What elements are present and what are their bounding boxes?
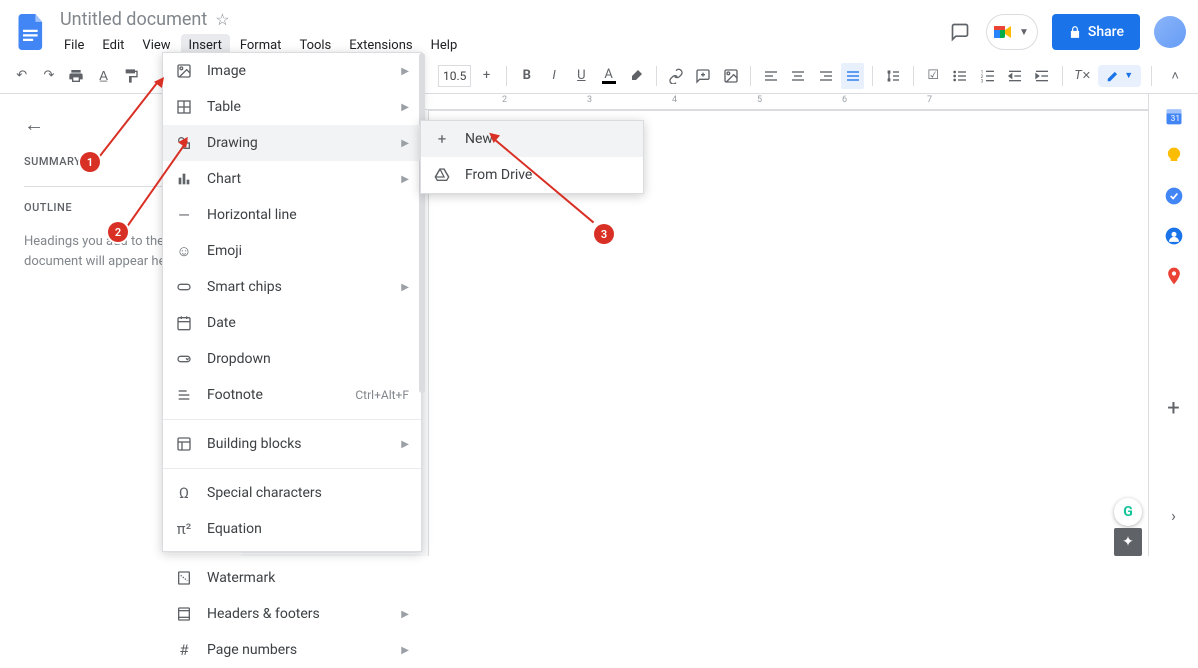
docs-logo[interactable]: [12, 12, 52, 52]
line-spacing-button[interactable]: [881, 63, 904, 89]
submenu-arrow-icon: ▶: [401, 66, 409, 77]
page-numbers-icon: #: [175, 641, 193, 659]
menu-item-special-characters[interactable]: Ω Special characters: [163, 475, 421, 511]
menu-item-emoji[interactable]: ☺ Emoji: [163, 233, 421, 269]
outline-back-button[interactable]: ←: [24, 112, 44, 137]
hide-menus-button[interactable]: ˄: [1162, 63, 1188, 89]
equation-icon: π²: [175, 520, 193, 538]
insert-image-button[interactable]: [719, 63, 742, 89]
horizontal-line-icon: —: [175, 206, 193, 224]
clear-formatting-button[interactable]: T✕: [1071, 63, 1094, 89]
keep-icon[interactable]: [1164, 146, 1184, 166]
chevron-down-icon: ▼: [1124, 70, 1133, 81]
menu-item-building-blocks[interactable]: Building blocks▶: [163, 426, 421, 462]
menu-item-chart[interactable]: Chart▶: [163, 161, 421, 197]
document-title[interactable]: Untitled document: [60, 9, 207, 30]
paint-format-button[interactable]: [119, 63, 142, 89]
increase-indent-button[interactable]: [1031, 63, 1054, 89]
add-addon-icon[interactable]: +: [1164, 396, 1184, 416]
menu-item-horizontal-line[interactable]: — Horizontal line: [163, 197, 421, 233]
image-icon: [175, 62, 193, 80]
insert-menu-dropdown: Image▶ Table▶ Drawing▶ Chart▶ — Horizont…: [162, 52, 422, 552]
print-button[interactable]: [65, 63, 88, 89]
explore-icon[interactable]: ✦: [1114, 528, 1142, 556]
menu-item-image[interactable]: Image▶: [163, 53, 421, 89]
underline-button[interactable]: U: [570, 63, 593, 89]
editing-mode-button[interactable]: ▼: [1098, 65, 1141, 87]
align-right-button[interactable]: [814, 63, 837, 89]
menu-item-table[interactable]: Table▶: [163, 89, 421, 125]
chart-icon: [175, 170, 193, 188]
emoji-icon: ☺: [175, 242, 193, 260]
menu-item-watermark[interactable]: Watermark: [163, 560, 421, 596]
share-label: Share: [1088, 24, 1124, 40]
contacts-icon[interactable]: [1164, 226, 1184, 246]
share-button[interactable]: Share: [1052, 14, 1140, 50]
bold-button[interactable]: B: [515, 63, 538, 89]
building-blocks-icon: [175, 435, 193, 453]
menu-item-headers-footers[interactable]: Headers & footers▶: [163, 596, 421, 632]
smart-chips-icon: [175, 278, 193, 296]
lock-icon: [1068, 25, 1082, 39]
dropdown-icon: [175, 350, 193, 368]
align-center-button[interactable]: [787, 63, 810, 89]
submenu-item-from-drive[interactable]: From Drive: [421, 157, 643, 193]
headers-footers-icon: [175, 605, 193, 623]
plus-icon: +: [433, 130, 451, 148]
spellcheck-button[interactable]: A̲: [92, 63, 115, 89]
drawing-submenu: + New From Drive: [420, 120, 644, 194]
add-comment-button[interactable]: [692, 63, 715, 89]
submenu-item-new[interactable]: + New: [421, 121, 643, 157]
align-left-button[interactable]: [759, 63, 782, 89]
side-panel: 31 + ›: [1148, 94, 1198, 556]
menu-file[interactable]: File: [56, 34, 92, 57]
footnote-shortcut: Ctrl+Alt+F: [355, 388, 409, 402]
watermark-icon: [175, 569, 193, 587]
header-bar: Untitled document ☆ File Edit View Inser…: [0, 0, 1198, 58]
tasks-icon[interactable]: [1164, 186, 1184, 206]
menu-help[interactable]: Help: [423, 34, 466, 57]
insert-link-button[interactable]: [665, 63, 688, 89]
calendar-icon[interactable]: 31: [1164, 106, 1184, 126]
menu-item-footnote[interactable]: Footnote Ctrl+Alt+F: [163, 377, 421, 413]
account-avatar[interactable]: [1154, 16, 1186, 48]
date-icon: [175, 314, 193, 332]
menu-item-drawing[interactable]: Drawing▶: [163, 125, 421, 161]
annotation-badge-3: 3: [594, 224, 614, 244]
font-size-increase[interactable]: +: [475, 63, 498, 89]
svg-text:31: 31: [1170, 114, 1179, 124]
highlight-button[interactable]: [624, 63, 647, 89]
grammarly-icon[interactable]: G: [1114, 498, 1142, 526]
meet-button[interactable]: ▼: [986, 14, 1038, 50]
menu-edit[interactable]: Edit: [94, 34, 132, 57]
undo-button[interactable]: ↶: [10, 63, 33, 89]
text-color-button[interactable]: A: [597, 63, 620, 89]
menu-item-page-numbers[interactable]: # Page numbers▶: [163, 632, 421, 668]
pencil-icon: [1106, 69, 1120, 83]
bulleted-list-button[interactable]: [949, 63, 972, 89]
star-icon[interactable]: ☆: [215, 10, 229, 29]
menu-item-date[interactable]: Date: [163, 305, 421, 341]
hide-side-panel-icon[interactable]: ›: [1164, 506, 1184, 526]
svg-text:3: 3: [980, 78, 983, 83]
redo-button[interactable]: ↷: [37, 63, 60, 89]
table-icon: [175, 98, 193, 116]
menu-item-smart-chips[interactable]: Smart chips▶: [163, 269, 421, 305]
decrease-indent-button[interactable]: [1003, 63, 1026, 89]
menu-item-equation[interactable]: π² Equation: [163, 511, 421, 547]
numbered-list-button[interactable]: 123: [976, 63, 999, 89]
chevron-down-icon: ▼: [1019, 27, 1029, 38]
font-size-input[interactable]: 10.5: [438, 65, 470, 87]
annotation-badge-2: 2: [108, 222, 128, 242]
comment-history-icon[interactable]: [948, 20, 972, 44]
maps-icon[interactable]: [1164, 266, 1184, 286]
drive-icon: [433, 166, 451, 184]
annotation-badge-1: 1: [80, 152, 100, 172]
checklist-button[interactable]: ☑: [922, 63, 945, 89]
footnote-icon: [175, 386, 193, 404]
menu-item-dropdown[interactable]: Dropdown: [163, 341, 421, 377]
italic-button[interactable]: I: [542, 63, 565, 89]
special-characters-icon: Ω: [175, 484, 193, 502]
align-justify-button[interactable]: [841, 63, 864, 89]
